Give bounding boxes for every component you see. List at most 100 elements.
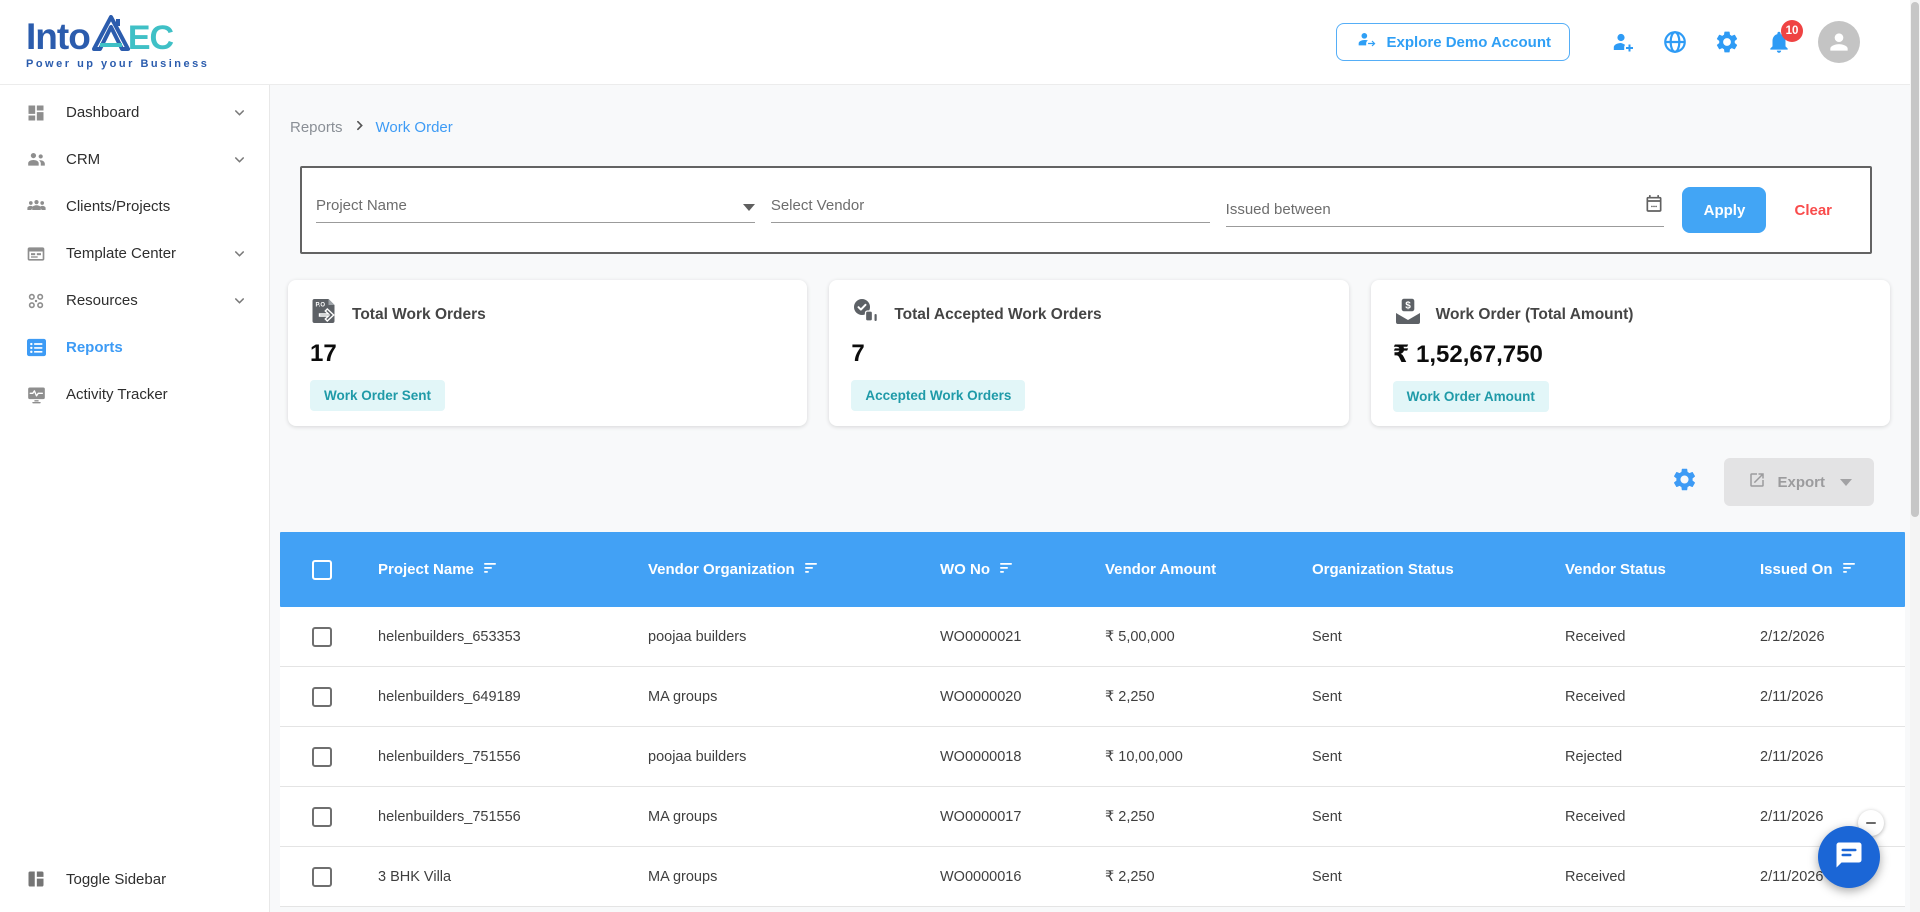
toggle-sidebar-label: Toggle Sidebar [66,870,167,888]
stat-cards: P.O Total Work Orders 17 Work Order Sent… [288,280,1890,426]
column-header-vendor-organization[interactable]: Vendor Organization [648,561,940,578]
column-label: WO No [940,561,990,578]
chat-bubble-icon [1834,840,1864,875]
cell-project-name: helenbuilders_751556 [378,808,521,825]
filter-icon[interactable] [804,561,819,578]
user-avatar[interactable] [1818,21,1860,63]
scrollbar-thumb[interactable] [1911,2,1919,517]
globe-icon[interactable] [1662,29,1688,55]
table-row[interactable]: helenbuilders_649189 MA groups WO0000020… [280,667,1905,727]
sidebar-item-label: CRM [66,151,101,168]
sidebar-item-clients-projects[interactable]: Clients/Projects [0,183,269,230]
cell-project-name: 3 BHK Villa [378,868,452,885]
apply-button[interactable]: Apply [1682,187,1767,233]
clear-button[interactable]: Clear [1794,202,1832,219]
main-content: Reports Work Order Project Name Select V… [270,85,1920,912]
table-row[interactable]: helenbuilders_751556 poojaa builders WO0… [280,727,1905,787]
cell-project-name: helenbuilders_649189 [378,688,521,705]
breadcrumb-current[interactable]: Work Order [376,119,453,136]
export-button[interactable]: Export [1724,458,1874,506]
sidebar-item-crm[interactable]: CRM [0,136,269,183]
row-checkbox[interactable] [312,806,332,827]
cell-wo-no: WO0000020 [940,688,1022,705]
table-row[interactable]: helenbuilders_653353 poojaa builders WO0… [280,607,1905,667]
filter-icon[interactable] [1842,561,1857,578]
sidebar-item-reports[interactable]: Reports [0,324,269,371]
column-header-organization-status[interactable]: Organization Status [1312,561,1565,578]
explore-demo-account-label: Explore Demo Account [1386,33,1551,51]
demo-user-icon [1355,30,1377,54]
column-label: Vendor Amount [1105,561,1217,578]
select-vendor-input[interactable]: Select Vendor [770,197,1210,223]
sidebar-item-label: Activity Tracker [66,386,168,403]
row-checkbox[interactable] [312,746,332,767]
sidebar-item-resources[interactable]: Resources [0,277,269,324]
add-user-icon[interactable] [1610,29,1636,55]
cell-vendor-org: MA groups [648,868,718,885]
svg-text:P.O: P.O [316,303,326,309]
stat-card-total-work-orders: P.O Total Work Orders 17 Work Order Sent [288,280,808,426]
row-checkbox[interactable] [312,686,332,707]
gear-icon[interactable] [1714,29,1740,55]
row-checkbox[interactable] [312,866,332,887]
chevron-down-icon [232,105,247,120]
project-name-select[interactable]: Project Name [316,197,755,223]
cell-vendor-status: Received [1565,808,1626,825]
notification-bell-icon[interactable]: 10 [1766,20,1803,55]
brand-text-into: Into [26,15,91,57]
crm-icon [24,149,48,170]
cell-vendor-amount: ₹ 2,250 [1105,688,1155,705]
sidebar-item-activity-tracker[interactable]: Activity Tracker [0,371,269,418]
resources-icon [24,291,48,311]
issued-between-input[interactable]: Issued between [1225,193,1665,227]
chevron-down-icon [232,246,247,261]
sidebar-item-dashboard[interactable]: Dashboard [0,89,269,136]
cell-org-status: Sent [1312,688,1342,705]
column-header-project-name[interactable]: Project Name [378,561,648,578]
cell-org-status: Sent [1312,868,1342,885]
reports-icon [24,338,48,357]
stat-card-title: Total Accepted Work Orders [894,305,1102,323]
table-row[interactable]: helenbuilders_751556 MA groups WO0000017… [280,787,1905,847]
stat-card-badge: Accepted Work Orders [851,380,1026,411]
cell-vendor-amount: ₹ 10,00,000 [1105,748,1183,765]
breadcrumb-parent[interactable]: Reports [290,119,343,136]
work-order-document-icon: P.O [310,297,339,332]
select-all-checkbox[interactable] [312,559,332,580]
stat-card-total-amount: $ Work Order (Total Amount) ₹ 1,52,67,75… [1370,280,1890,426]
template-center-icon [24,244,48,264]
brand-text-ec: EC [127,18,174,57]
stat-card-title: Total Work Orders [352,305,486,323]
sidebar-item-label: Template Center [66,245,177,262]
filter-bar: Project Name Select Vendor Issued betwee… [300,166,1872,254]
toggle-sidebar-button[interactable]: Toggle Sidebar [0,856,269,902]
explore-demo-account-button[interactable]: Explore Demo Account [1335,23,1570,61]
chat-launcher-button[interactable] [1818,826,1880,888]
stat-card-value: 17 [310,340,337,367]
sidebar-item-template-center[interactable]: Template Center [0,230,269,277]
accepted-check-icon [851,297,881,332]
sidebar-item-label: Dashboard [66,104,140,121]
cell-wo-no: WO0000018 [940,748,1022,765]
clients-projects-icon [24,196,48,217]
work-order-table: Project Name Vendor Organization WO No V… [280,532,1905,907]
cell-vendor-status: Received [1565,688,1626,705]
column-header-issued-on[interactable]: Issued On [1760,561,1905,578]
column-settings-gear-icon[interactable] [1671,466,1698,498]
column-header-vendor-amount[interactable]: Vendor Amount [1105,561,1312,578]
minus-icon [1866,821,1876,825]
chevron-down-icon [232,293,247,308]
table-row[interactable]: 3 BHK Villa MA groups WO0000016 ₹ 2,250 … [280,847,1905,907]
export-icon [1748,471,1766,493]
calendar-icon[interactable] [1644,193,1664,218]
stat-card-value: 7 [851,340,865,367]
cell-vendor-status: Received [1565,868,1626,885]
column-label: Organization Status [1312,561,1454,578]
filter-icon[interactable] [1000,561,1014,578]
filter-icon[interactable] [483,561,498,578]
cell-issued-on: 2/11/2026 [1760,688,1824,705]
brand-logo[interactable]: Into EC Power up your Business [26,14,209,70]
column-header-wo-no[interactable]: WO No [940,561,1105,578]
column-header-vendor-status[interactable]: Vendor Status [1565,561,1760,578]
row-checkbox[interactable] [312,626,332,647]
